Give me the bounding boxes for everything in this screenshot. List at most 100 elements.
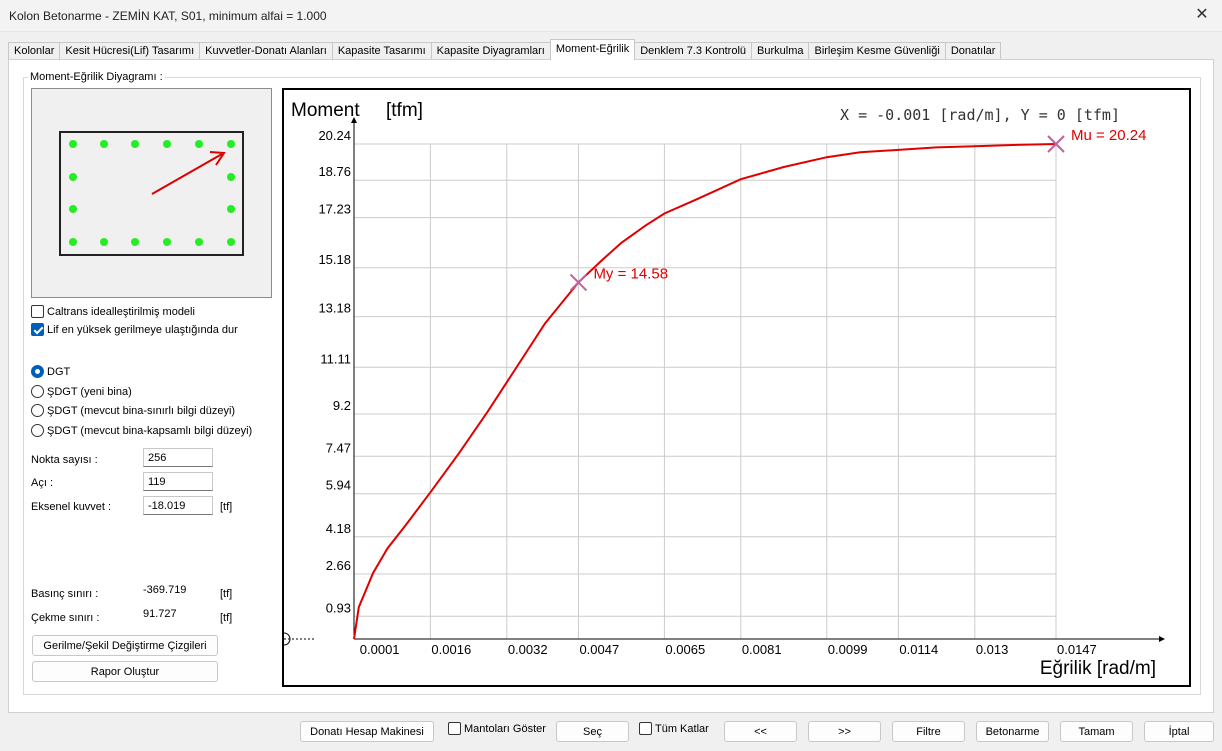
y-tick-label: 0.93 — [326, 600, 351, 615]
y-axis-label: Moment — [291, 100, 360, 121]
aci-label: Açı : — [31, 477, 54, 489]
x-tick-label: 0.0016 — [431, 642, 471, 657]
tamam-button[interactable]: Tamam — [1060, 721, 1133, 742]
tab-2[interactable]: Kuvvetler-Donatı Alanları — [199, 42, 333, 60]
prev-button[interactable]: << — [724, 721, 797, 742]
tab-5[interactable]: Moment-Eğrilik — [549, 39, 636, 60]
grid-lines — [354, 143, 1057, 639]
chart-svg[interactable]: 0.0001 0.0016 0.0032 0.0047 0.0065 0.0081 0.00… — [284, 90, 1189, 685]
tab-3[interactable]: Kapasite Tasarımı — [331, 42, 432, 60]
close-icon[interactable]: ✕ — [1192, 5, 1212, 25]
radio-button-3[interactable] — [31, 424, 44, 437]
annotation-label: Mu = 20.24 — [1071, 127, 1146, 144]
section-outline — [59, 131, 244, 256]
x-tick-label: 0.0114 — [899, 642, 938, 657]
nokta-input[interactable] — [143, 448, 213, 467]
rebar-dot — [227, 238, 235, 246]
curve-line — [353, 143, 1057, 640]
moment-curvature-chart[interactable]: 0.0001 0.0016 0.0032 0.0047 0.0065 0.0081 0.00… — [282, 88, 1191, 687]
rebar-dot — [69, 205, 77, 213]
tab-6[interactable]: Denklem 7.3 Kontrolü — [634, 42, 753, 60]
caltrans-checkbox[interactable] — [31, 305, 44, 318]
next-button[interactable]: >> — [808, 721, 881, 742]
rapor-button[interactable]: Rapor Oluştur — [32, 661, 218, 682]
tab-9[interactable]: Donatılar — [944, 42, 1002, 60]
tumkatlar-checkbox[interactable] — [639, 722, 652, 735]
direction-arrow-line — [151, 153, 223, 195]
y-tick-label: 13.18 — [318, 301, 351, 316]
y-tick-label: 2.66 — [326, 558, 351, 573]
basinc-label: Basınç sınırı : — [31, 588, 99, 600]
radio-button-1[interactable] — [31, 385, 44, 398]
cekme-value: 91.727 — [143, 608, 177, 620]
mantolari-checkbox[interactable] — [448, 722, 461, 735]
y-tick-label: 4.18 — [326, 521, 351, 536]
eksenel-unit: [tf] — [220, 501, 233, 513]
tab-4[interactable]: Kapasite Diyagramları — [430, 42, 551, 60]
betonarme-button[interactable]: Betonarme — [976, 721, 1049, 742]
y-tick-label: 11.11 — [320, 351, 351, 366]
lif-checkbox[interactable] — [31, 323, 44, 336]
radio-row-3[interactable]: ŞDGT (mevcut bina-kapsamlı bilgi düzeyi) — [31, 424, 252, 437]
radio-row-2[interactable]: ŞDGT (mevcut bina-sınırlı bilgi düzeyi) — [31, 404, 235, 417]
x-tick-label: 0.0099 — [828, 642, 868, 657]
y-tick-label: 5.94 — [326, 478, 351, 493]
rebar-dot — [227, 140, 235, 148]
rebar-dot — [131, 238, 139, 246]
tab-7[interactable]: Burkulma — [751, 42, 810, 60]
x-tick-label: 0.0001 — [360, 642, 400, 657]
filtre-button[interactable]: Filtre — [892, 721, 965, 742]
eksenel-label: Eksenel kuvvet : — [31, 501, 112, 513]
y-tick-label: 7.47 — [326, 440, 351, 455]
cekme-label: Çekme sınırı : — [31, 612, 100, 624]
rebar-dot — [69, 140, 77, 148]
tab-8[interactable]: Birleşim Kesme Güvenliği — [808, 42, 946, 60]
title-bar: Kolon Betonarme - ZEMİN KAT, S01, minimu… — [0, 0, 1222, 32]
rebar-dot — [227, 205, 235, 213]
eksenel-input[interactable] — [143, 496, 213, 515]
x-axis-arrow — [1159, 636, 1165, 642]
y-tick-label: 15.18 — [318, 252, 351, 267]
radio-row-1[interactable]: ŞDGT (yeni bina) — [31, 385, 132, 398]
y-tick-label: 18.76 — [318, 164, 351, 179]
radio-button-0[interactable] — [31, 365, 44, 378]
window-title: Kolon Betonarme - ZEMİN KAT, S01, minimu… — [9, 9, 327, 23]
aci-input[interactable] — [143, 472, 213, 491]
tumkatlar-checkbox-row[interactable]: Tüm Katlar — [639, 722, 709, 735]
basinc-unit: [tf] — [220, 588, 233, 600]
y-tick-label: 17.23 — [318, 202, 351, 217]
caltrans-label: Caltrans idealleştirilmiş modeli — [47, 305, 195, 318]
radio-label-3: ŞDGT (mevcut bina-kapsamlı bilgi düzeyi) — [47, 424, 253, 437]
rebar-dot — [163, 238, 171, 246]
y-tick-label: 20.24 — [318, 128, 351, 143]
sec-button[interactable]: Seç — [556, 721, 629, 742]
radio-label-1: ŞDGT (yeni bina) — [47, 385, 132, 398]
tab-1[interactable]: Kesit Hücresi(Lif) Tasarımı — [59, 42, 201, 60]
rebar-dot — [69, 238, 77, 246]
radio-row-0[interactable]: DGT — [31, 365, 70, 378]
radio-button-2[interactable] — [31, 404, 44, 417]
gerilme-button[interactable]: Gerilme/Şekil Değiştirme Çizgileri — [32, 635, 218, 656]
y-axis-unit: [tfm] — [386, 100, 423, 121]
rebar-dot — [227, 173, 235, 181]
mantolari-label: Mantoları Göster — [464, 722, 546, 735]
iptal-button[interactable]: İptal — [1144, 721, 1214, 742]
rebar-dot — [131, 140, 139, 148]
section-preview — [31, 88, 272, 298]
x-tick-label: 0.0065 — [665, 642, 705, 657]
tab-0[interactable]: Kolonlar — [8, 42, 61, 60]
tab-strip: Kolonlar Kesit Hücresi(Lif) Tasarımı Kuvve… — [8, 39, 1002, 60]
axis-ticks: 0.0001 0.0016 0.0032 0.0047 0.0065 0.0081 0.00… — [318, 128, 1096, 657]
caltrans-checkbox-row[interactable]: Caltrans idealleştirilmiş modeli — [31, 305, 195, 318]
radio-label-2: ŞDGT (mevcut bina-sınırlı bilgi düzeyi) — [47, 404, 236, 417]
mantolari-checkbox-row[interactable]: Mantoları Göster — [448, 722, 546, 735]
rebar-dot — [195, 238, 203, 246]
x-tick-label: 0.013 — [976, 642, 1009, 657]
rebar-dot — [100, 238, 108, 246]
x-axis-label: Eğrilik [rad/m] — [1040, 658, 1156, 679]
lif-checkbox-row[interactable]: Lif en yüksek gerilmeye ulaştığında dur — [31, 323, 238, 336]
donati-hesap-button[interactable]: Donatı Hesap Makinesi — [300, 721, 434, 742]
x-tick-label: 0.0032 — [508, 642, 548, 657]
rebar-dot — [69, 173, 77, 181]
annotations: My = 14.58 Mu = 20.24 — [569, 127, 1146, 292]
